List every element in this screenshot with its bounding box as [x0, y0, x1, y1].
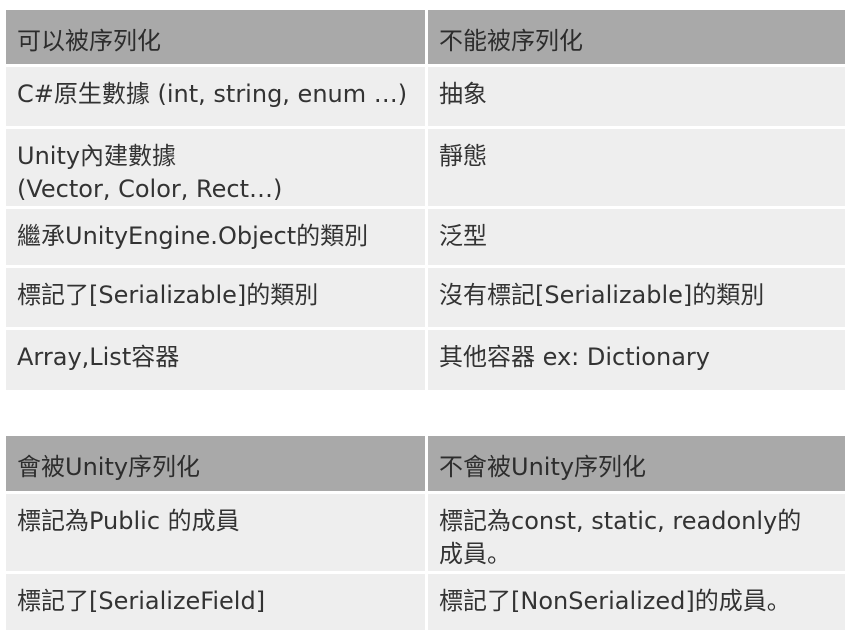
- header-cell: 不能被序列化: [425, 10, 845, 64]
- unity-serialization-table: 會被Unity序列化 不會被Unity序列化 標記為Public 的成員 標記為…: [6, 436, 845, 630]
- table-cell: 抽象: [425, 64, 845, 126]
- table-row: C#原生數據 (int, string, enum …) 抽象: [6, 64, 845, 126]
- table-cell: 標記了[Serializable]的類別: [6, 265, 425, 327]
- table-cell: 泛型: [425, 206, 845, 265]
- table-cell: 標記了[NonSerialized]的成員。: [425, 571, 845, 630]
- table-row: Unity內建數據 (Vector, Color, Rect…) 靜態: [6, 126, 845, 206]
- table-row: Array,List容器 其他容器 ex: Dictionary: [6, 327, 845, 390]
- table-header-row: 可以被序列化 不能被序列化: [6, 10, 845, 64]
- table-cell: Array,List容器: [6, 327, 425, 390]
- table-row: 標記了[Serializable]的類別 沒有標記[Serializable]的…: [6, 265, 845, 327]
- table-row: 繼承UnityEngine.Object的類別 泛型: [6, 206, 845, 265]
- table-cell: 標記了[SerializeField]: [6, 571, 425, 630]
- table-cell: 靜態: [425, 126, 845, 206]
- table-cell: 標記為Public 的成員: [6, 491, 425, 571]
- header-cell: 會被Unity序列化: [6, 436, 425, 491]
- table-cell: 沒有標記[Serializable]的類別: [425, 265, 845, 327]
- table-cell: Unity內建數據 (Vector, Color, Rect…): [6, 126, 425, 206]
- table-cell: C#原生數據 (int, string, enum …): [6, 64, 425, 126]
- table-cell: 其他容器 ex: Dictionary: [425, 327, 845, 390]
- table-cell: 繼承UnityEngine.Object的類別: [6, 206, 425, 265]
- table-cell: 標記為const, static, readonly的 成員。: [425, 491, 845, 571]
- header-cell: 不會被Unity序列化: [425, 436, 845, 491]
- table-row: 標記了[SerializeField] 標記了[NonSerialized]的成…: [6, 571, 845, 630]
- serializable-table: 可以被序列化 不能被序列化 C#原生數據 (int, string, enum …: [6, 10, 845, 390]
- table-header-row: 會被Unity序列化 不會被Unity序列化: [6, 436, 845, 491]
- table-row: 標記為Public 的成員 標記為const, static, readonly…: [6, 491, 845, 571]
- header-cell: 可以被序列化: [6, 10, 425, 64]
